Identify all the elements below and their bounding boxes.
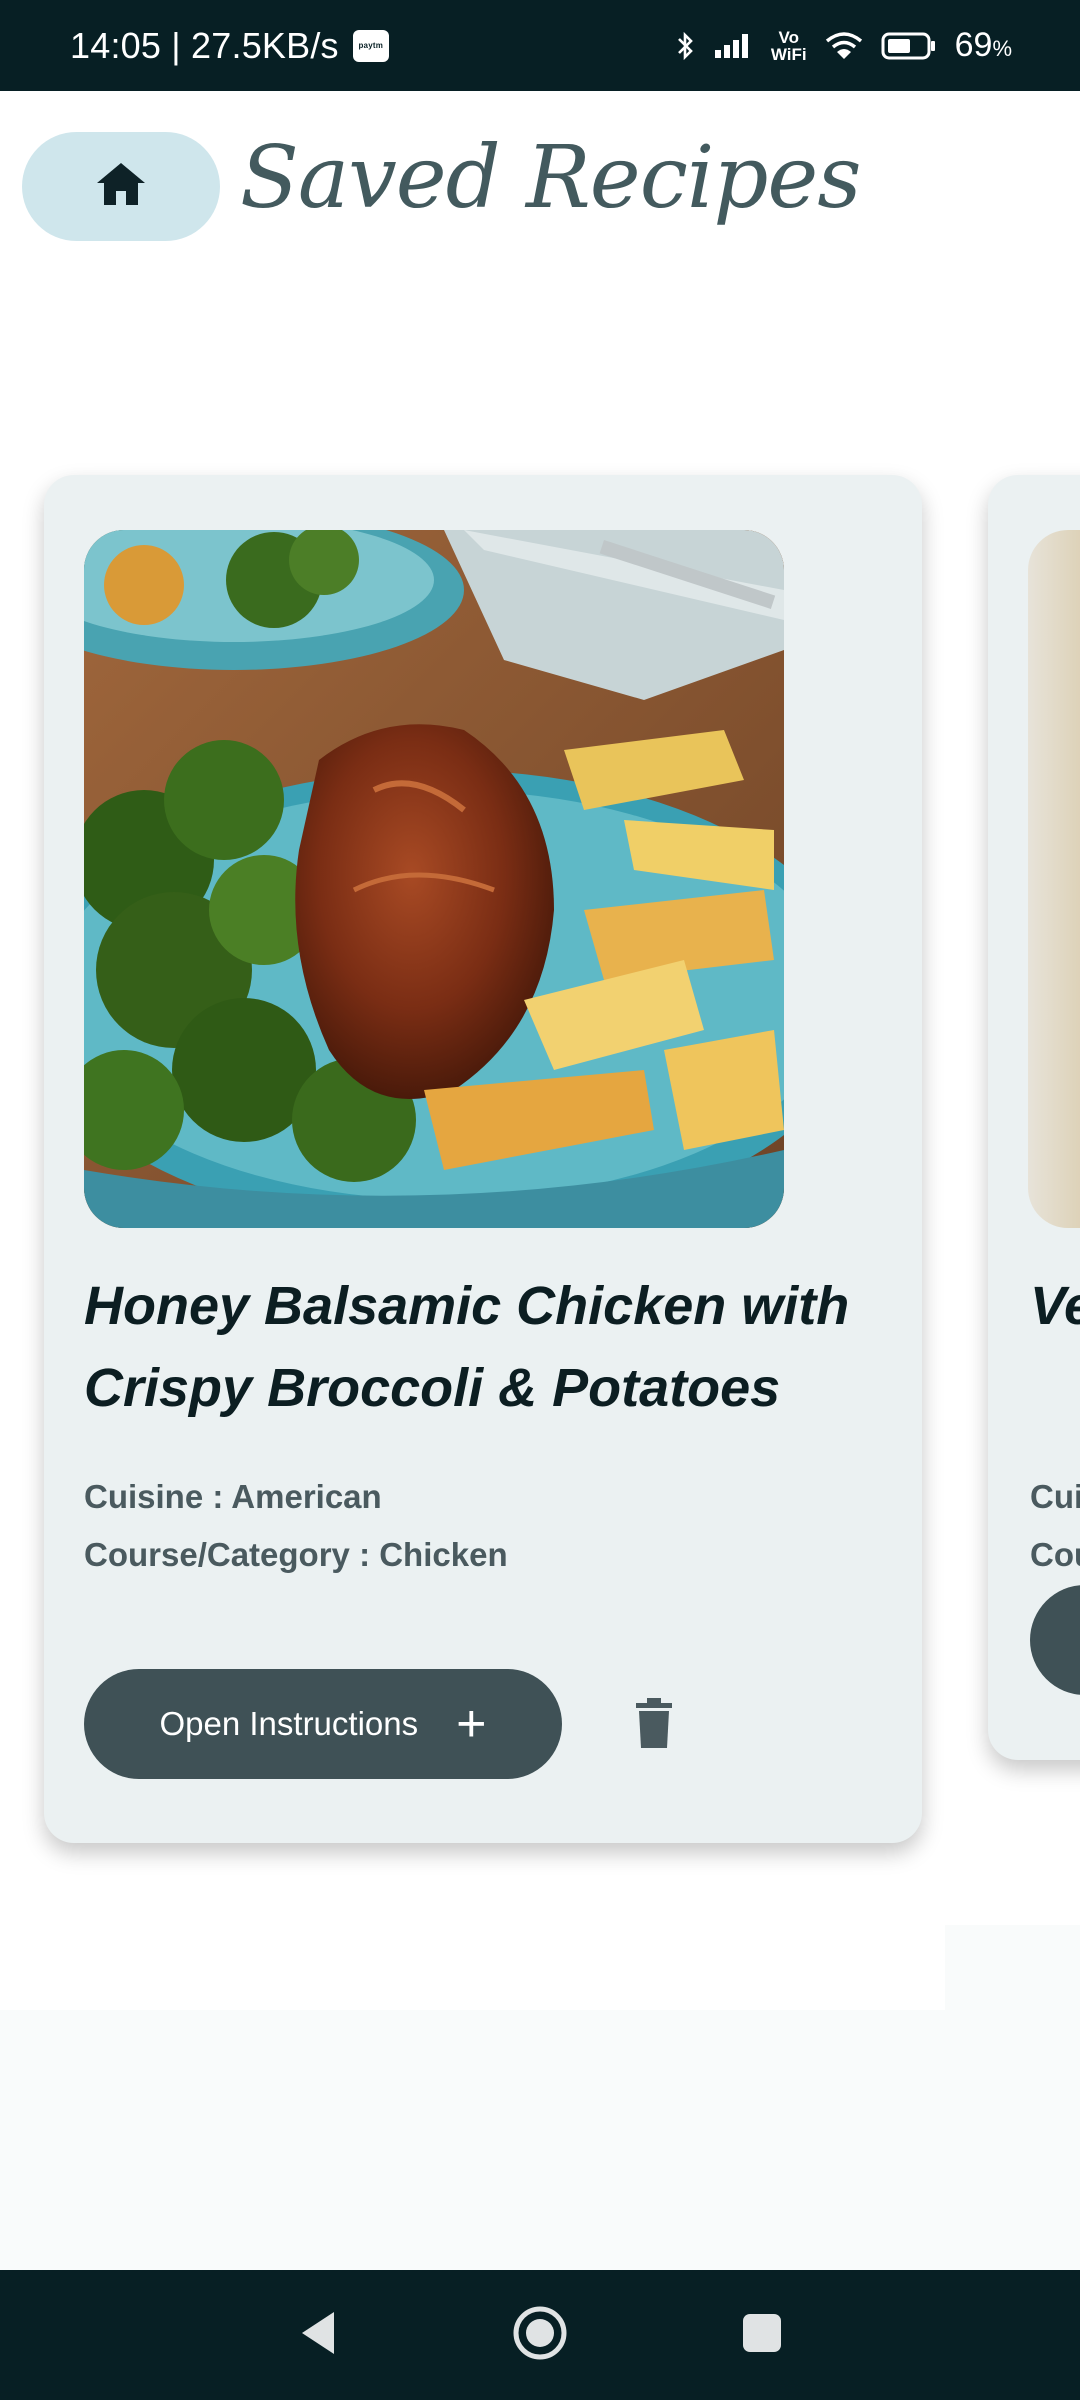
recipe-card: Honey Balsamic Chicken with Crispy Brocc…: [44, 475, 922, 1843]
battery-percentage: 69%: [955, 26, 1012, 65]
saved-recipes-screen: 14:05 | 27.5KB/s paytm Vo WiFi 69% Saved…: [0, 0, 1080, 2400]
recipe-image: [84, 530, 784, 1228]
home-circle-icon: [510, 2303, 570, 2368]
nav-recents-button[interactable]: [740, 2311, 784, 2360]
nav-home-button[interactable]: [510, 2303, 570, 2368]
battery-unit: %: [992, 36, 1012, 61]
battery-value: 69: [954, 26, 993, 64]
next-recipe-card[interactable]: Ve Cui Cou: [988, 475, 1080, 1760]
navigation-bar: [0, 2270, 1080, 2400]
back-triangle-icon: [296, 2308, 340, 2363]
status-bar: 14:05 | 27.5KB/s paytm Vo WiFi 69%: [0, 0, 1080, 91]
recents-square-icon: [740, 2311, 784, 2360]
vowifi-bottom-text: WiFi: [770, 44, 807, 64]
plus-icon: +: [456, 1695, 487, 1753]
battery-icon: [881, 31, 937, 61]
status-right: Vo WiFi 69%: [675, 0, 1012, 91]
open-instructions-label: Open Instructions: [159, 1705, 419, 1742]
recipe-course: Course/Category : Chicken: [84, 1536, 508, 1573]
page-title: Saved Recipes: [240, 128, 861, 228]
nav-back-button[interactable]: [296, 2308, 340, 2363]
signal-icon: [713, 32, 753, 60]
open-instructions-button[interactable]: Open Instructions +: [84, 1669, 562, 1779]
next-recipe-cuisine: Cui: [1030, 1478, 1080, 1515]
time-and-speed: 14:05 | 27.5KB/s: [70, 24, 339, 66]
home-icon: [93, 159, 149, 214]
next-recipe-image: [1028, 530, 1080, 1228]
recipe-cuisine: Cuisine : American: [84, 1478, 382, 1515]
bottom-area: [0, 2010, 1080, 2270]
status-left: 14:05 | 27.5KB/s paytm: [70, 0, 389, 91]
next-recipe-course: Cou: [1030, 1536, 1080, 1573]
next-recipe-title: Ve: [1030, 1276, 1080, 1336]
vowifi-icon: Vo WiFi: [771, 29, 807, 63]
delete-recipe-button[interactable]: [624, 1695, 684, 1755]
recipe-title: Honey Balsamic Chicken with Crispy Brocc…: [84, 1276, 850, 1418]
trash-icon: [634, 1697, 674, 1754]
bluetooth-icon: [675, 31, 695, 61]
bottom-strip: [945, 1925, 1080, 2015]
paytm-notification-icon: paytm: [352, 29, 389, 62]
home-button[interactable]: [22, 132, 220, 241]
wifi-icon: [825, 31, 863, 61]
next-open-instructions-button[interactable]: [1030, 1585, 1080, 1695]
